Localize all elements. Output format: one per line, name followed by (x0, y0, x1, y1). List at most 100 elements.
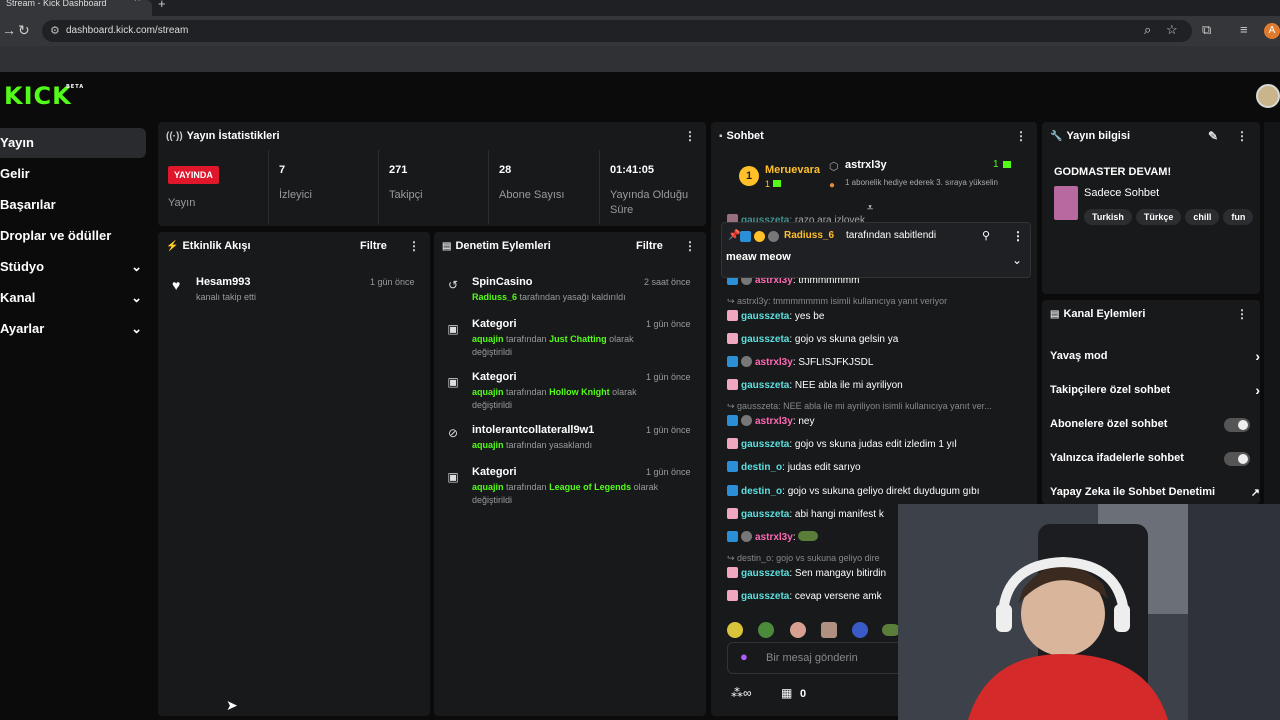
chat-message: gausszeta: NEE abla ile mi ayriliyon (727, 379, 903, 391)
stream-info-panel: 🔧 Yayın bilgisi ✎ ⋮ GODMASTER DEVAM! Sade… (1042, 122, 1260, 294)
chevron-down-icon: ⌄ (131, 259, 142, 274)
edit-pencil-icon[interactable]: ✎ (1208, 129, 1218, 143)
chat-username[interactable]: destin_o (741, 462, 782, 473)
media-icon[interactable]: ≡ (1240, 22, 1248, 37)
moderator-name[interactable]: aquajin (472, 440, 504, 450)
sidebar-item-droplar[interactable]: Droplar ve ödüller (0, 221, 146, 251)
pinned-by-text: tarafından sabitlendi (846, 230, 937, 241)
moderator-badge-icon (727, 461, 738, 472)
close-tab-icon[interactable]: × (134, 0, 140, 5)
subscriber-badge-icon (727, 379, 738, 390)
more-menu-icon[interactable]: ⋮ (684, 129, 696, 143)
bookmark-star-icon[interactable]: ☆ (1166, 22, 1178, 38)
category-name[interactable]: Sadece Sohbet (1084, 187, 1159, 199)
more-menu-icon[interactable]: ⋮ (1015, 129, 1027, 143)
chat-username[interactable]: gausszeta (741, 334, 789, 345)
tag-chip[interactable]: fun (1223, 209, 1254, 225)
emote-icon[interactable] (852, 622, 868, 638)
emote-only-toggle[interactable] (1224, 452, 1250, 466)
browser-tab[interactable]: Stream - Kick Dashboard × (0, 0, 152, 16)
moderation-title[interactable]: intolerantcollaterall9w1 (472, 424, 594, 436)
moderation-item: ⊘ intolerantcollaterall9w1 aquajin taraf… (434, 422, 706, 456)
extensions-icon[interactable]: ⧉ (1202, 22, 1211, 38)
chat-username[interactable]: astrxl3y (755, 416, 793, 427)
sidebar-item-ayarlar[interactable]: Ayarlar ⌄ (0, 314, 146, 344)
moderator-name[interactable]: aquajin (472, 482, 504, 492)
emote-icon[interactable] (790, 622, 806, 638)
chat-username[interactable]: gausszeta (741, 568, 789, 579)
address-bar[interactable]: ⚙ dashboard.kick.com/stream (42, 20, 1192, 42)
emote-icon[interactable] (821, 622, 837, 638)
chat-username[interactable]: gausszeta (741, 439, 789, 450)
chat-text: gojo vs sukuna geliyo direkt duydugum gı… (787, 486, 980, 497)
panel-title: ▤ Denetim Eylemleri (442, 240, 551, 252)
sidebar-item-gelir[interactable]: Gelir (0, 159, 146, 189)
chat-username[interactable]: destin_o (741, 486, 782, 497)
moderation-text: olarak (609, 334, 634, 344)
more-menu-icon[interactable]: ⋮ (408, 239, 420, 253)
pinned-message: 📌 Radiuss_6 tarafından sabitlendi ⚲ ⋮ me… (721, 222, 1031, 278)
moderator-badge-icon (727, 531, 738, 542)
gift-user-name[interactable]: astrxl3y (845, 159, 887, 171)
panel-title-text: Kanal Eylemleri (1063, 308, 1146, 320)
site-settings-icon[interactable]: ⚙ (50, 24, 60, 37)
more-menu-icon[interactable]: ⋮ (1236, 129, 1248, 143)
sidebar-item-basarilar[interactable]: Başarılar (0, 190, 146, 220)
chevron-down-icon[interactable]: ⌄ (1012, 253, 1022, 267)
category-thumbnail[interactable] (1054, 186, 1078, 220)
microphone-icon[interactable]: ● (740, 649, 748, 664)
zoom-icon[interactable]: ⌕ (1144, 22, 1151, 38)
new-tab-icon[interactable]: + (158, 0, 166, 11)
chat-username[interactable]: gausszeta (741, 509, 789, 520)
back-icon[interactable]: → (2, 22, 16, 38)
chat-username[interactable]: astrxl3y (755, 357, 793, 368)
chat-text: NEE abla ile mi ayriliyon (794, 380, 903, 391)
top-gifter-name[interactable]: Meruevara (765, 164, 820, 176)
tag-chip[interactable]: chill (1185, 209, 1220, 225)
category-name[interactable]: Hollow Knight (549, 387, 610, 397)
slow-mode-row[interactable]: Yavaş mod › (1050, 348, 1260, 364)
moderation-text: tarafından yasaklandı (506, 440, 593, 450)
more-menu-icon[interactable]: ⋮ (1012, 229, 1024, 243)
filter-button[interactable]: Filtre (360, 240, 387, 252)
moderation-item: ↺ SpinCasino Radiuss_6 tarafından yasağı… (434, 274, 706, 308)
filter-button[interactable]: Filtre (636, 240, 663, 252)
chat-username[interactable]: gausszeta (741, 311, 789, 322)
pinned-by-user[interactable]: Radiuss_6 (784, 230, 834, 241)
sidebar-item-yayin[interactable]: Yayın (0, 128, 146, 158)
document-icon: ▤ (442, 241, 452, 252)
emote-icon[interactable] (758, 622, 774, 638)
moderator-name[interactable]: Radiuss_6 (472, 292, 517, 302)
panel-title-text: Yayın bilgisi (1066, 130, 1131, 142)
subscribers-only-toggle[interactable] (1224, 418, 1250, 432)
followers-only-row[interactable]: Takipçilere özel sohbet › (1050, 382, 1260, 398)
points-icon[interactable]: ⁂∞ (731, 686, 752, 700)
moderator-badge-icon (740, 231, 751, 242)
moderator-name[interactable]: aquajin (472, 334, 504, 344)
sidebar-item-studyo[interactable]: Stüdyo ⌄ (0, 252, 146, 282)
store-icon[interactable]: ▦ (781, 686, 792, 700)
ai-moderation-row[interactable]: Yapay Zeka ile Sohbet Denetimi ↗ (1050, 486, 1260, 499)
reload-icon[interactable]: ↻ (18, 22, 30, 39)
chat-username[interactable]: astrxl3y (755, 532, 793, 543)
sidebar-item-label: Kanal (0, 290, 36, 305)
sidebar-item-kanal[interactable]: Kanal ⌄ (0, 283, 146, 313)
category-name[interactable]: League of Legends (549, 482, 631, 492)
moderator-badge-icon (727, 415, 738, 426)
chat-username[interactable]: gausszeta (741, 380, 789, 391)
kick-logo[interactable]: KICK BETA (4, 82, 83, 110)
unpin-icon[interactable]: ⚲ (982, 229, 990, 242)
chat-username[interactable]: gausszeta (741, 591, 789, 602)
tag-chip[interactable]: Türkçe (1135, 209, 1182, 225)
tag-chip[interactable]: Turkish (1084, 209, 1132, 225)
more-menu-icon[interactable]: ⋮ (1236, 307, 1248, 321)
moderation-title[interactable]: SpinCasino (472, 276, 533, 288)
moderator-name[interactable]: aquajin (472, 387, 504, 397)
activity-user[interactable]: Hesam993 (196, 276, 250, 288)
panel-title: 🔧 Yayın bilgisi (1050, 130, 1130, 142)
category-name[interactable]: Just Chatting (549, 334, 607, 344)
emote-icon[interactable] (727, 622, 743, 638)
more-menu-icon[interactable]: ⋮ (684, 239, 696, 253)
user-avatar[interactable] (1256, 84, 1280, 108)
profile-avatar[interactable]: A (1264, 23, 1280, 39)
